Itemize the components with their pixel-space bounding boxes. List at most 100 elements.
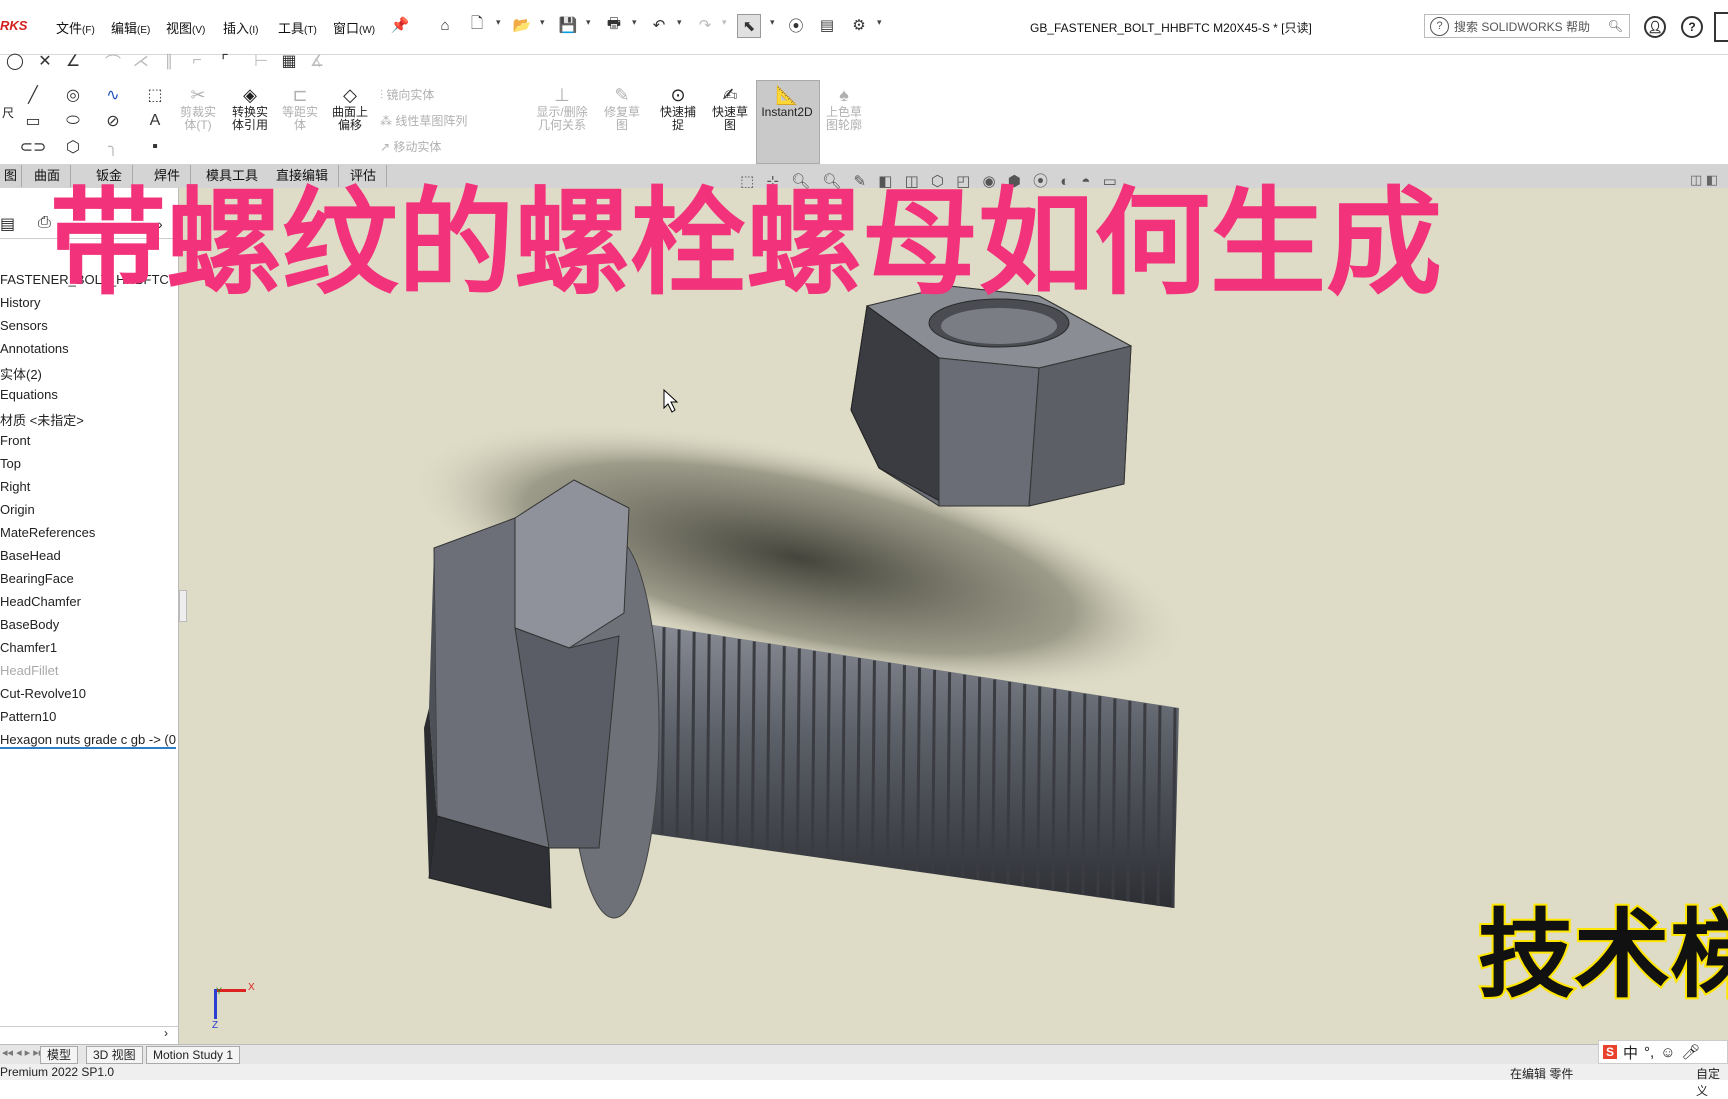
pin-icon[interactable]: 📌 <box>389 14 411 36</box>
feature-tree-icon[interactable]: ▤ <box>0 214 15 234</box>
horizontal-scrollbar[interactable] <box>0 1026 178 1043</box>
search-input[interactable]: ? 搜索 SOLIDWORKS 帮助 🔍︎ <box>1424 14 1630 38</box>
angle-icon[interactable]: ∠ <box>62 50 84 72</box>
ime-language[interactable]: 中 <box>1623 1042 1638 1063</box>
trim-entities-button[interactable]: ✂ 剪裁实 体(T) <box>176 84 220 132</box>
menu-file[interactable]: 文件(F) <box>56 18 95 37</box>
tree-item[interactable]: History <box>0 295 40 310</box>
straight-slot-icon[interactable]: ⊂⊃ <box>20 136 47 158</box>
ime-mic-icon[interactable]: 🎤︎ <box>1682 1043 1701 1061</box>
angle-dim-icon[interactable]: ∡ <box>306 50 328 72</box>
tree-item[interactable]: Equations <box>0 387 58 402</box>
home-icon[interactable]: ⌂ <box>434 14 456 36</box>
line-icon[interactable]: ╱ <box>22 84 44 106</box>
tree-item[interactable]: Annotations <box>0 341 69 356</box>
circle-sketch-icon[interactable]: ◯ <box>4 50 26 72</box>
rapid-sketch-button[interactable]: ✍ 快速草 图 <box>706 84 754 132</box>
redo-icon[interactable]: ↷ <box>694 14 716 36</box>
viewport-expand-icon[interactable]: ◫ ◧ <box>1690 172 1718 188</box>
construction-icon[interactable]: ⬚ <box>144 84 166 106</box>
help-icon[interactable]: ? <box>1681 16 1703 38</box>
tree-item-selected[interactable]: Hexagon nuts grade c gb -> (0 <box>0 732 176 749</box>
search-icon[interactable]: 🔍︎ <box>1608 19 1623 33</box>
quick-snaps-button[interactable]: ⊙ 快速捕 捉 <box>654 84 702 132</box>
parallel-icon[interactable]: ∥ <box>158 50 180 72</box>
fillet-sketch-icon[interactable]: ╮ <box>102 136 124 158</box>
tab-sketch[interactable]: 图 <box>0 165 23 187</box>
tab-3d-views[interactable]: 3D 视图 <box>86 1046 143 1064</box>
user-account-icon[interactable]: 👤︎ <box>1644 16 1666 38</box>
tree-item[interactable]: Sensors <box>0 318 48 333</box>
display-relations-button[interactable]: ⊥ 显示/删除 几何关系 <box>532 84 592 132</box>
tree-item[interactable]: HeadFillet <box>0 663 59 678</box>
chevron-down-icon[interactable]: ▾ <box>540 17 545 28</box>
tree-item[interactable]: Right <box>0 479 30 494</box>
trim-x-icon[interactable]: ✕ <box>34 50 56 72</box>
corner-icon[interactable]: ⌐ <box>186 50 208 72</box>
slot-icon[interactable]: ⬭ <box>62 110 84 132</box>
rectangle-icon[interactable]: ▭ <box>22 110 44 132</box>
ellipse-icon[interactable]: ⊘ <box>102 110 124 132</box>
select-cursor-icon[interactable]: ⬉ <box>737 14 761 38</box>
spline-icon[interactable]: ∿ <box>102 84 124 106</box>
gear-icon[interactable]: ⚙ <box>848 14 870 36</box>
tree-item[interactable]: Pattern10 <box>0 709 56 724</box>
tree-item[interactable]: Top <box>0 456 21 471</box>
tree-item[interactable]: 实体(2) <box>0 364 42 383</box>
move-entities-button[interactable]: ↗ 移动实体 <box>380 138 441 155</box>
save-icon[interactable]: 💾 <box>557 14 579 36</box>
chevron-down-icon[interactable]: ▾ <box>586 17 591 28</box>
open-folder-icon[interactable]: 📂 <box>511 14 533 36</box>
tree-item[interactable]: BearingFace <box>0 571 74 586</box>
offset-entities-button[interactable]: ⊏ 等距实 体 <box>278 84 322 132</box>
window-restore-icon[interactable] <box>1714 12 1728 42</box>
property-manager-icon[interactable]: ⎙ <box>38 214 51 232</box>
tree-item[interactable]: BaseHead <box>0 548 61 563</box>
tree-item[interactable]: Origin <box>0 502 35 517</box>
tree-item[interactable]: BaseBody <box>0 617 59 632</box>
chevron-down-icon[interactable]: ▾ <box>677 17 682 28</box>
text-icon[interactable]: A <box>144 110 166 132</box>
centerline-icon[interactable]: ⌜ <box>214 50 236 72</box>
tree-item[interactable]: Front <box>0 433 30 448</box>
chevron-down-icon[interactable]: ▾ <box>722 17 727 28</box>
repair-sketch-button[interactable]: ✎ 修复草 图 <box>598 84 646 132</box>
chevron-down-icon[interactable]: ▾ <box>496 17 501 28</box>
tree-item[interactable]: Chamfer1 <box>0 640 57 655</box>
menu-window[interactable]: 窗口(W) <box>333 18 375 37</box>
fillet-icon[interactable]: ⌒ <box>102 50 124 72</box>
dimension-icon[interactable]: ⊢ <box>250 50 272 72</box>
tree-item[interactable]: 材质 <未指定> <box>0 410 84 429</box>
menu-view[interactable]: 视图(V) <box>166 18 205 37</box>
tree-item[interactable]: Cut-Revolve10 <box>0 686 86 701</box>
grid-icon[interactable]: ▦ <box>278 50 300 72</box>
new-document-icon[interactable]: 🗋 <box>466 14 488 36</box>
circle-icon[interactable]: ◎ <box>62 84 84 106</box>
linear-pattern-button[interactable]: ⁂ 线性草图阵列 <box>380 112 467 129</box>
file-properties-icon[interactable]: ▤ <box>816 14 838 36</box>
convert-entities-button[interactable]: ◈ 转换实 体引用 <box>226 84 274 132</box>
traffic-light-icon[interactable]: ⦿ <box>785 14 807 36</box>
menu-insert[interactable]: 插入(I) <box>223 18 258 37</box>
chevron-down-icon[interactable]: ▾ <box>632 17 637 28</box>
shaded-sketch-button[interactable]: ♠ 上色草 图轮廓 <box>820 84 868 132</box>
print-icon[interactable]: 🖶 <box>603 14 625 36</box>
tree-item[interactable]: HeadChamfer <box>0 594 81 609</box>
ime-punct-icon[interactable]: °, <box>1644 1044 1654 1061</box>
menu-edit[interactable]: 编辑(E) <box>111 18 150 37</box>
tree-item[interactable]: MateReferences <box>0 525 95 540</box>
scroll-right-icon[interactable]: › <box>164 1026 168 1040</box>
chamfer-icon[interactable]: ⋌ <box>130 50 152 72</box>
chevron-down-icon[interactable]: ▾ <box>770 17 775 28</box>
tab-model[interactable]: 模型 <box>40 1046 79 1064</box>
ime-toolbar[interactable]: S 中 °, ☺ 🎤︎ <box>1598 1040 1728 1064</box>
offset-on-surface-button[interactable]: ◇ 曲面上 偏移 <box>326 84 374 132</box>
instant2d-button[interactable]: 📐 Instant2D <box>758 84 816 119</box>
point-icon[interactable]: ▪ <box>144 136 166 158</box>
menu-tools[interactable]: 工具(T) <box>278 18 317 37</box>
mirror-entities-button[interactable]: ⫶ 镜向实体 <box>380 86 434 103</box>
chevron-down-icon[interactable]: ▾ <box>877 17 882 28</box>
tab-motion-study[interactable]: Motion Study 1 <box>146 1046 241 1064</box>
polygon-icon[interactable]: ⬡ <box>62 136 84 158</box>
pane-splitter-handle[interactable] <box>179 590 187 622</box>
